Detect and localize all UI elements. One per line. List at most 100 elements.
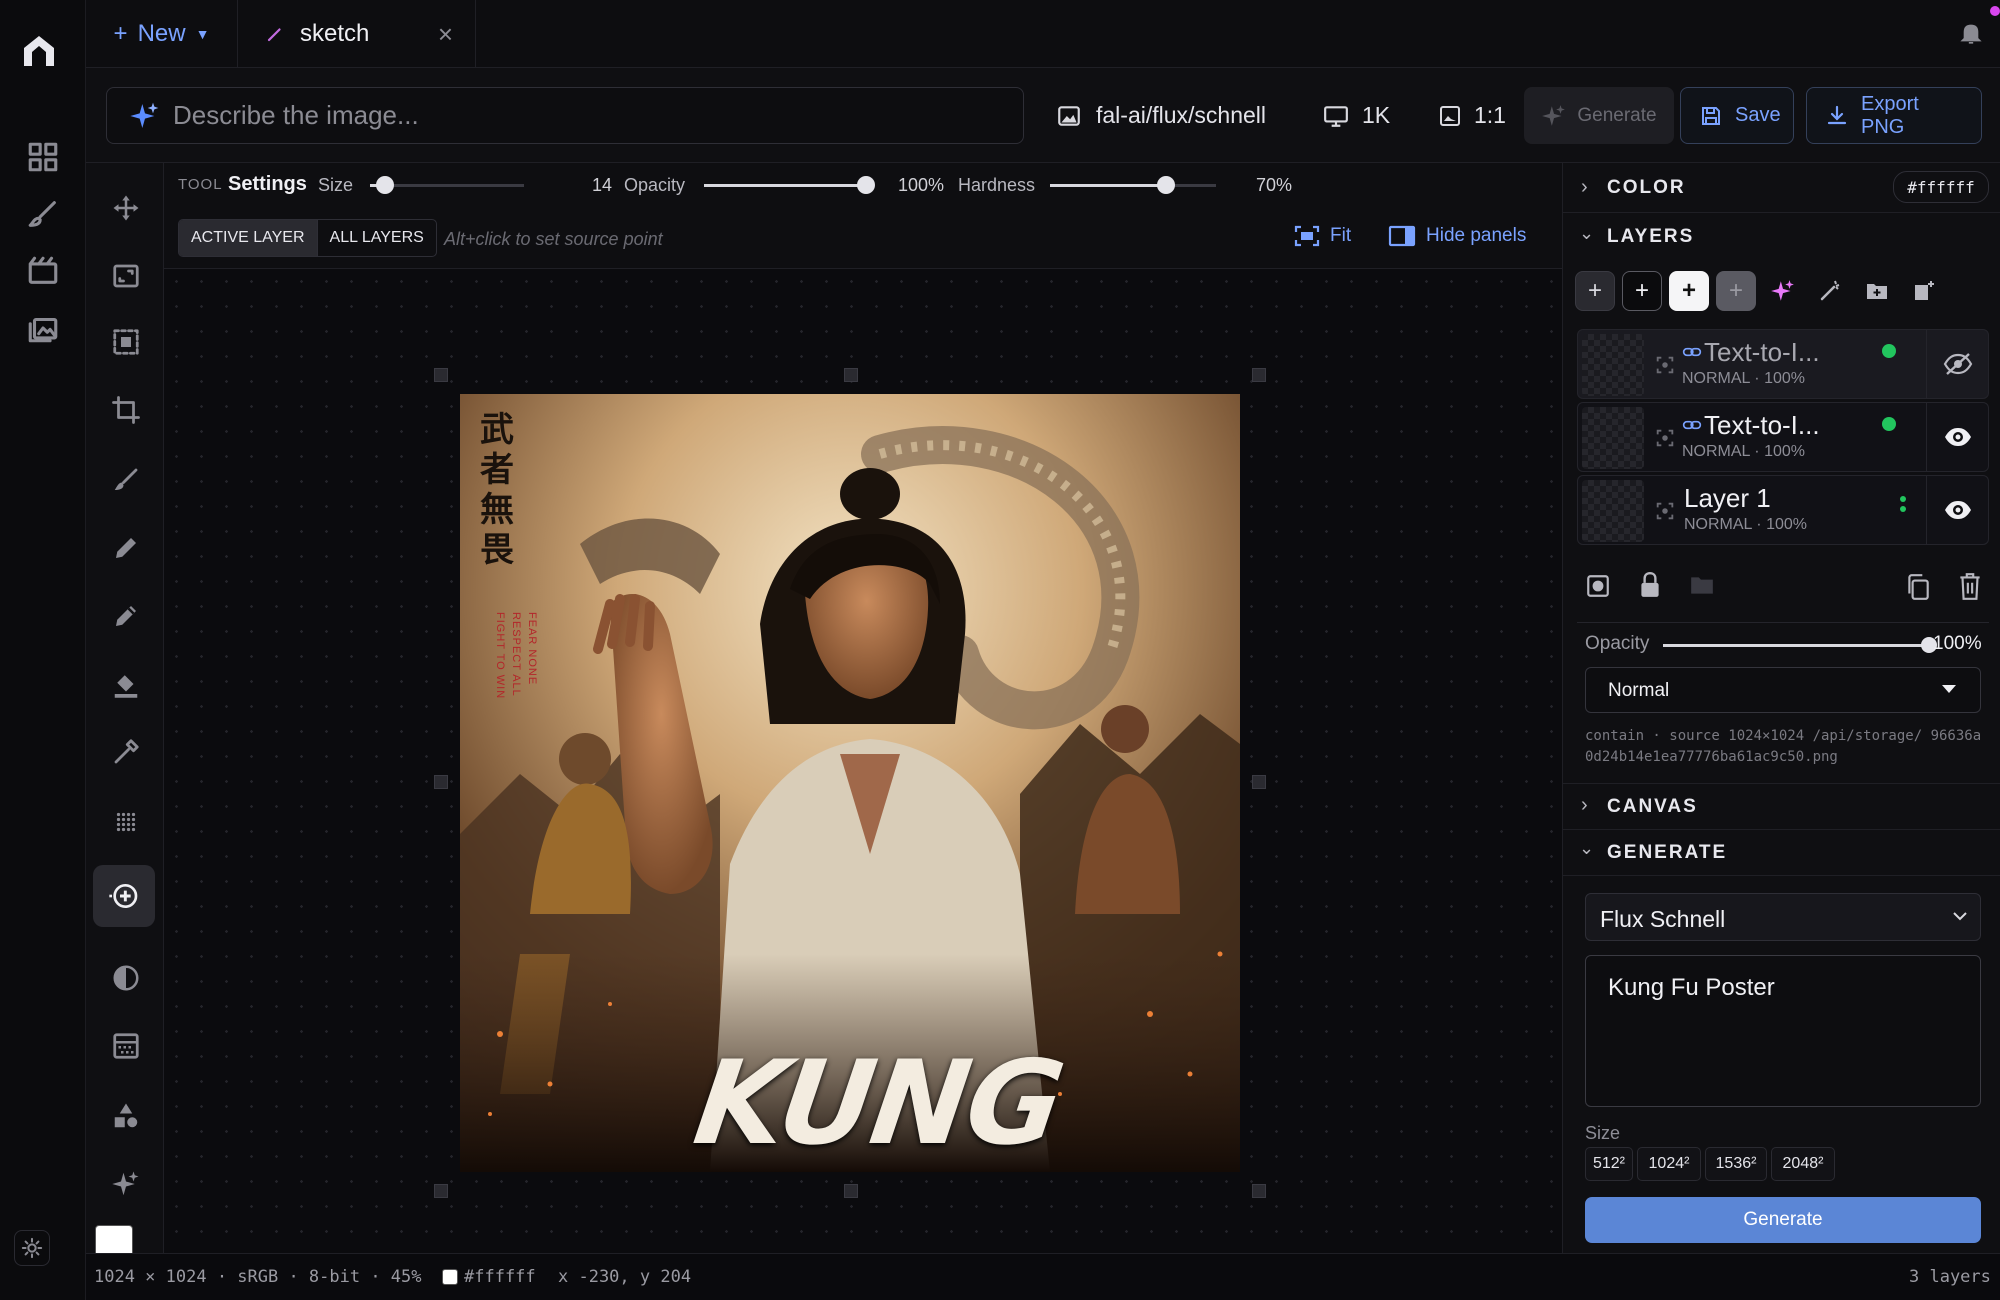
folder-icon[interactable]: [1689, 573, 1715, 597]
all-layers-button[interactable]: ALL LAYERS: [316, 220, 436, 256]
app-logo[interactable]: [20, 32, 58, 70]
status-color-value: #ffffff: [464, 1267, 536, 1287]
bell-icon[interactable]: [1958, 20, 1984, 46]
shapes-icon[interactable]: [111, 1101, 141, 1131]
tab-sketch[interactable]: sketch ×: [238, 0, 476, 68]
resolution-selector[interactable]: 1K: [1322, 87, 1390, 144]
brush-icon[interactable]: [111, 465, 141, 495]
aspect-label: 1:1: [1474, 102, 1506, 128]
theme-toggle-icon[interactable]: [14, 1230, 50, 1266]
magic-wand-icon[interactable]: [1810, 271, 1850, 311]
pattern-icon[interactable]: [111, 1031, 141, 1061]
gallery-icon[interactable]: [26, 311, 60, 345]
dither-icon[interactable]: [111, 807, 141, 837]
layer-opacity-slider[interactable]: [1663, 636, 1937, 656]
size-chip-1024[interactable]: 1024²: [1637, 1147, 1701, 1181]
color-section-header[interactable]: › COLOR #ffffff: [1563, 163, 2000, 213]
generate-model-select[interactable]: Flux Schnell: [1585, 893, 1981, 941]
aspect-selector[interactable]: 1:1: [1438, 87, 1506, 144]
canvas-area[interactable]: 武者無畏 FEAR NONE RESPECT ALL FIGHT TO WIN …: [164, 269, 1562, 1253]
layer-actions: + + + +: [1575, 271, 1944, 311]
transform-handle[interactable]: [844, 1184, 858, 1198]
add-gray-layer-icon[interactable]: +: [1716, 271, 1756, 311]
brush-icon[interactable]: [26, 197, 60, 231]
transform-handle[interactable]: [434, 775, 448, 789]
contrast-icon[interactable]: [111, 963, 141, 993]
chevron-down-icon: ▼: [195, 26, 210, 42]
duplicate-icon[interactable]: [1905, 573, 1931, 601]
film-icon[interactable]: [26, 254, 60, 288]
poster-image[interactable]: 武者無畏 FEAR NONE RESPECT ALL FIGHT TO WIN …: [460, 394, 1240, 1172]
color-hex-input[interactable]: #ffffff: [1893, 171, 1989, 203]
hide-panels-button[interactable]: Hide panels: [1388, 225, 1526, 247]
transform-handle[interactable]: [1252, 1184, 1266, 1198]
sparkle-icon: [1541, 103, 1567, 129]
model-selector[interactable]: fal-ai/flux/schnell: [1056, 87, 1266, 144]
grid-icon[interactable]: [26, 140, 60, 174]
crop-icon[interactable]: [111, 395, 141, 425]
size-chip-512[interactable]: 512²: [1585, 1147, 1633, 1181]
transform-handle[interactable]: [434, 1184, 448, 1198]
layer-row[interactable]: Text-to-I... NORMAL · 100%: [1577, 329, 1989, 399]
fill-bucket-icon[interactable]: [111, 669, 141, 699]
fit-button[interactable]: Fit: [1294, 225, 1351, 247]
transform-handle[interactable]: [1252, 368, 1266, 382]
hardness-slider[interactable]: [1050, 175, 1216, 195]
select-icon[interactable]: [111, 327, 141, 357]
clone-stamp-icon[interactable]: [93, 865, 155, 927]
mask-icon[interactable]: [1654, 427, 1676, 449]
canvas-section-header[interactable]: › CANVAS: [1563, 784, 2000, 830]
layers-section-header[interactable]: ⌄ LAYERS: [1563, 213, 2000, 259]
ai-layer-icon[interactable]: [1763, 271, 1803, 311]
mask-icon[interactable]: [1654, 500, 1676, 522]
eraser-icon[interactable]: [111, 601, 141, 631]
model-label: fal-ai/flux/schnell: [1096, 102, 1267, 128]
move-icon[interactable]: [111, 193, 141, 223]
size-slider[interactable]: [370, 175, 524, 195]
eye-icon: [1943, 499, 1973, 521]
generate-prompt-textarea[interactable]: Kung Fu Poster: [1585, 955, 1981, 1107]
transform-handle[interactable]: [1252, 775, 1266, 789]
pencil-icon[interactable]: [111, 533, 141, 563]
blend-mode-select[interactable]: Normal: [1585, 667, 1981, 713]
generate-button-disabled[interactable]: Generate: [1524, 87, 1674, 144]
transform-handle[interactable]: [434, 368, 448, 382]
size-chip-1536[interactable]: 1536²: [1705, 1147, 1767, 1181]
notification-dot: [1990, 6, 2000, 16]
frame-icon[interactable]: [111, 261, 141, 291]
layer-row[interactable]: Text-to-I... NORMAL · 100%: [1577, 402, 1989, 472]
eyedropper-icon[interactable]: [111, 737, 141, 767]
generate-button[interactable]: Generate: [1585, 1197, 1981, 1243]
add-transparent-layer-icon[interactable]: +: [1575, 271, 1615, 311]
add-black-layer-icon[interactable]: +: [1622, 271, 1662, 311]
add-image-icon[interactable]: [1904, 271, 1944, 311]
opacity-label: Opacity: [624, 175, 686, 195]
layer-menu-dots[interactable]: [1900, 496, 1906, 512]
export-png-button[interactable]: Export PNG: [1806, 87, 1982, 144]
right-panel: › COLOR #ffffff ⌄ LAYERS + + + + Text-to…: [1562, 163, 2000, 1253]
ai-sparkle-icon[interactable]: [111, 1169, 141, 1199]
close-icon[interactable]: ×: [438, 19, 453, 50]
new-button[interactable]: + New ▼: [86, 0, 238, 68]
active-layer-button[interactable]: ACTIVE LAYER: [179, 220, 317, 256]
save-button[interactable]: Save: [1680, 87, 1794, 144]
prompt-input[interactable]: Describe the image...: [106, 87, 1024, 144]
color-title: COLOR: [1607, 177, 1686, 198]
visibility-toggle[interactable]: [1926, 403, 1988, 471]
lock-icon[interactable]: [1637, 571, 1663, 599]
layer-mask-icon[interactable]: [1585, 573, 1611, 599]
new-folder-icon[interactable]: [1857, 271, 1897, 311]
layers-title: LAYERS: [1607, 226, 1695, 247]
transform-handle[interactable]: [844, 368, 858, 382]
generate-section-header[interactable]: ⌄ GENERATE: [1563, 830, 2000, 876]
add-white-layer-icon[interactable]: +: [1669, 271, 1709, 311]
visibility-toggle[interactable]: [1926, 330, 1988, 398]
size-chips: 512² 1024² 1536² 2048²: [1585, 1147, 1835, 1181]
visibility-toggle[interactable]: [1926, 476, 1988, 544]
trash-icon[interactable]: [1957, 571, 1983, 601]
mask-icon[interactable]: [1654, 354, 1676, 376]
layer-meta: NORMAL · 100%: [1682, 370, 1805, 387]
opacity-slider[interactable]: [704, 175, 875, 195]
layer-row[interactable]: Layer 1 NORMAL · 100%: [1577, 475, 1989, 545]
size-chip-2048[interactable]: 2048²: [1771, 1147, 1835, 1181]
